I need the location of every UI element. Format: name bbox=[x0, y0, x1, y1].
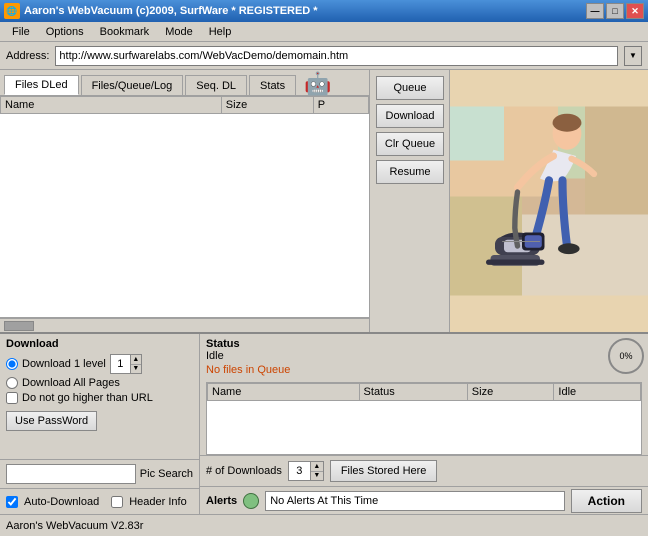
clr-queue-button[interactable]: Clr Queue bbox=[376, 132, 444, 156]
preview-image bbox=[450, 70, 648, 332]
menu-file[interactable]: File bbox=[4, 24, 38, 40]
status-table-wrapper: Name Status Size Idle bbox=[206, 382, 642, 455]
tab-bar: Files DLed Files/Queue/Log Seq. DL Stats… bbox=[0, 70, 369, 96]
tab-seq-dl[interactable]: Seq. DL bbox=[185, 75, 247, 95]
no-files-text: No files in Queue bbox=[206, 364, 290, 376]
header-info-checkbox[interactable] bbox=[111, 496, 123, 508]
status-col-size: Size bbox=[467, 384, 554, 401]
title-bar: 🌐 Aaron's WebVacuum (c)2009, SurfWare * … bbox=[0, 0, 648, 22]
radio-all-row: Download All Pages bbox=[6, 377, 193, 389]
button-panel: Queue Download Clr Queue Resume bbox=[370, 70, 450, 332]
files-stored-button[interactable]: Files Stored Here bbox=[330, 460, 438, 482]
col-size: Size bbox=[221, 97, 313, 114]
menu-mode[interactable]: Mode bbox=[157, 24, 201, 40]
pic-search-label: Pic Search bbox=[140, 468, 193, 480]
checkbox-no-higher[interactable] bbox=[6, 392, 18, 404]
horizontal-scrollbar[interactable] bbox=[0, 318, 369, 332]
resume-button[interactable]: Resume bbox=[376, 160, 444, 184]
right-panel: Queue Download Clr Queue Resume bbox=[370, 70, 648, 332]
checkbox-url-label: Do not go higher than URL bbox=[22, 392, 153, 404]
level-value-input[interactable] bbox=[111, 355, 131, 373]
alerts-row: Alerts No Alerts At This Time Action bbox=[200, 486, 648, 514]
address-input[interactable] bbox=[55, 46, 618, 66]
downloads-value-input[interactable] bbox=[289, 462, 311, 480]
alerts-label: Alerts bbox=[206, 495, 237, 507]
auto-download-row: Auto-Download Header Info bbox=[0, 488, 199, 514]
level-arrows: ▲ ▼ bbox=[131, 355, 141, 373]
col-p: P bbox=[313, 97, 368, 114]
top-section: Files DLed Files/Queue/Log Seq. DL Stats… bbox=[0, 70, 648, 332]
bottom-panels: Download Download 1 level ▲ ▼ bbox=[0, 332, 648, 514]
status-idle-text: Idle bbox=[206, 350, 290, 362]
radio-level-label: Download 1 level bbox=[22, 358, 106, 370]
status-col-status: Status bbox=[359, 384, 467, 401]
alert-indicator bbox=[243, 493, 259, 509]
alert-text: No Alerts At This Time bbox=[265, 491, 564, 511]
address-label: Address: bbox=[6, 50, 49, 62]
app-title: Aaron's WebVacuum (c)2009, SurfWare * RE… bbox=[24, 5, 318, 17]
maximize-button[interactable]: □ bbox=[606, 3, 624, 19]
main-area: Files DLed Files/Queue/Log Seq. DL Stats… bbox=[0, 70, 648, 514]
status-panel: Status Idle No files in Queue 0% N bbox=[200, 334, 648, 514]
file-table-wrapper: Name Size P bbox=[0, 96, 369, 318]
status-col-idle: Idle bbox=[554, 384, 641, 401]
downloads-arrows: ▲ ▼ bbox=[311, 462, 323, 480]
pic-search-input[interactable] bbox=[6, 464, 136, 484]
checkbox-url-row: Do not go higher than URL bbox=[6, 392, 193, 404]
address-dropdown[interactable]: ▼ bbox=[624, 46, 642, 66]
address-bar: Address: ▼ bbox=[0, 42, 648, 70]
main-bottom-row: Download Download 1 level ▲ ▼ bbox=[0, 334, 648, 514]
downloads-label: # of Downloads bbox=[206, 465, 282, 477]
progress-circle: 0% bbox=[608, 338, 644, 374]
status-col-name: Name bbox=[208, 384, 360, 401]
menu-help[interactable]: Help bbox=[201, 24, 240, 40]
downloads-up-button[interactable]: ▲ bbox=[311, 462, 323, 472]
level-up-button[interactable]: ▲ bbox=[131, 355, 141, 365]
radio-all-label: Download All Pages bbox=[22, 377, 120, 389]
close-button[interactable]: ✕ bbox=[626, 3, 644, 19]
tab-stats[interactable]: Stats bbox=[249, 75, 296, 95]
level-spinner[interactable]: ▲ ▼ bbox=[110, 354, 142, 374]
use-password-button[interactable]: Use PassWord bbox=[6, 411, 97, 431]
radio-all-pages[interactable] bbox=[6, 377, 18, 389]
status-bar: Aaron's WebVacuum V2.83r bbox=[0, 514, 648, 536]
action-button[interactable]: Action bbox=[571, 489, 642, 513]
left-panel: Files DLed Files/Queue/Log Seq. DL Stats… bbox=[0, 70, 370, 332]
menu-bar: File Options Bookmark Mode Help bbox=[0, 22, 648, 42]
robot-icon: 🤖 bbox=[304, 73, 331, 95]
window-controls: — □ ✕ bbox=[586, 3, 644, 19]
menu-bookmark[interactable]: Bookmark bbox=[92, 24, 158, 40]
col-name: Name bbox=[1, 97, 222, 114]
status-bar-text: Aaron's WebVacuum V2.83r bbox=[6, 520, 143, 532]
tab-files-dled[interactable]: Files DLed bbox=[4, 75, 79, 95]
file-table: Name Size P bbox=[0, 96, 369, 114]
auto-download-label: Auto-Download bbox=[24, 496, 99, 508]
progress-value: 0% bbox=[619, 351, 632, 361]
status-title: Status bbox=[206, 338, 290, 350]
radio-level[interactable] bbox=[6, 358, 18, 370]
downloads-spinner[interactable]: ▲ ▼ bbox=[288, 461, 324, 481]
auto-download-checkbox[interactable] bbox=[6, 496, 18, 508]
level-down-button[interactable]: ▼ bbox=[131, 365, 141, 374]
minimize-button[interactable]: — bbox=[586, 3, 604, 19]
tab-files-queue-log[interactable]: Files/Queue/Log bbox=[81, 75, 184, 95]
status-top: Status Idle No files in Queue 0% bbox=[206, 338, 642, 380]
download-button[interactable]: Download bbox=[376, 104, 444, 128]
download-panel-title: Download bbox=[6, 338, 193, 350]
app-icon: 🌐 bbox=[4, 3, 20, 19]
radio-level-row: Download 1 level ▲ ▼ bbox=[6, 354, 193, 374]
alert-message: No Alerts At This Time bbox=[270, 495, 378, 507]
right-top: Queue Download Clr Queue Resume bbox=[370, 70, 648, 332]
queue-button[interactable]: Queue bbox=[376, 76, 444, 100]
header-info-label: Header Info bbox=[129, 496, 186, 508]
downloads-down-button[interactable]: ▼ bbox=[311, 472, 323, 481]
status-table: Name Status Size Idle bbox=[207, 383, 641, 401]
menu-options[interactable]: Options bbox=[38, 24, 92, 40]
download-options-panel: Download Download 1 level ▲ ▼ bbox=[0, 334, 200, 514]
